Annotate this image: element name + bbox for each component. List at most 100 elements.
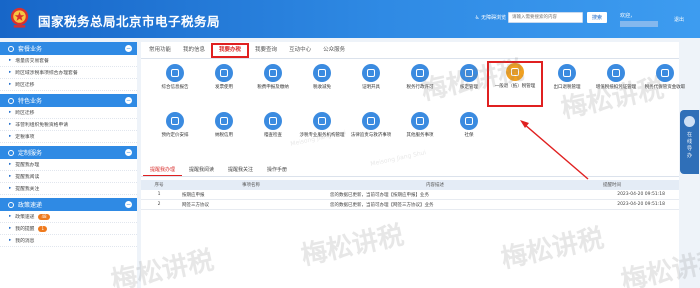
sidebar-section-header[interactable]: 定制服务 − bbox=[0, 146, 137, 159]
chevron-right-icon: ▸ bbox=[9, 82, 12, 87]
sidebar-section-header[interactable]: 政策速递 − bbox=[0, 198, 137, 211]
service-label: 社保 bbox=[464, 133, 474, 138]
sidebar-item-label: 跨区迁移 bbox=[15, 111, 35, 116]
column-header: 序号 bbox=[154, 183, 164, 188]
reminder-tab[interactable]: 提醒我关注 bbox=[221, 164, 260, 176]
sidebar-item[interactable]: ▸ 我的消息 bbox=[0, 235, 137, 247]
sidebar-item[interactable]: ▸ 增量房交易套餐 bbox=[0, 55, 137, 67]
law-icon bbox=[362, 112, 380, 130]
reminder-tab[interactable]: 提醒我阅读 bbox=[182, 164, 221, 176]
sidebar-item-label: 非营利组织免税资格申请 bbox=[15, 123, 69, 128]
pricing-icon bbox=[166, 112, 184, 130]
reminder-tab[interactable]: 操作手册 bbox=[260, 164, 294, 176]
sidebar-item[interactable]: ▸ 政策速递 48 bbox=[0, 211, 137, 223]
service-tile[interactable]: 增值税抵扣凭证管理 bbox=[588, 64, 644, 104]
tab-5[interactable]: 互动中心 bbox=[283, 42, 317, 58]
service-tile[interactable]: 纳税信用 bbox=[196, 112, 252, 152]
service-tile[interactable]: 税务代保管资金收取 bbox=[637, 64, 693, 104]
inspection-icon bbox=[264, 112, 282, 130]
collapse-icon[interactable]: − bbox=[125, 97, 132, 104]
sidebar-item-label: 跨区域涉税事项综合办理套餐 bbox=[15, 71, 78, 76]
chevron-right-icon: ▸ bbox=[9, 238, 12, 243]
column-header: 提醒时间 bbox=[603, 183, 621, 188]
collapse-icon[interactable]: − bbox=[125, 45, 132, 52]
service-tile[interactable]: 法律追责与救济事项 bbox=[343, 112, 399, 152]
search-button[interactable]: 搜索 bbox=[587, 12, 607, 23]
service-tile[interactable]: 证明开具 bbox=[343, 64, 399, 104]
sidebar-item[interactable]: ▸ 提醒我关注 bbox=[0, 183, 137, 195]
service-tile[interactable]: 税收减免 bbox=[294, 64, 350, 104]
online-guide-button[interactable]: 在线导办 bbox=[680, 110, 699, 174]
tab-1[interactable]: 常用功能 bbox=[143, 42, 177, 58]
table-row[interactable]: 2 网签三方协议 您的数据已更新，当前可办理【网签三方协议】业务 2023-04-20… bbox=[141, 200, 679, 210]
service-label: 出口退税管理 bbox=[553, 85, 581, 90]
section-title: 定制服务 bbox=[18, 150, 43, 157]
sidebar-item[interactable]: ▸ 跨区迁移 bbox=[0, 107, 137, 119]
main-tabs: 常用功能 我的信息 我要办税 我要查询 互动中心 公众服务 bbox=[141, 42, 679, 59]
collapse-icon[interactable]: − bbox=[125, 149, 132, 156]
sidebar-item[interactable]: ▸ 跨区迁移 bbox=[0, 79, 137, 91]
cell-no: 1 bbox=[157, 192, 161, 197]
service-tile[interactable]: 涉税专业服务机构管理 bbox=[294, 112, 350, 152]
cell-time: 2023-04-20 09:51:18 bbox=[617, 192, 665, 197]
service-label: 税收减免 bbox=[313, 85, 331, 90]
service-label: 综合信息报告 bbox=[161, 85, 189, 90]
chevron-right-icon: ▸ bbox=[9, 122, 12, 127]
service-tile[interactable]: 社保 bbox=[441, 112, 497, 152]
cell-name[interactable]: 按期应申报 bbox=[177, 192, 325, 198]
table-row[interactable]: 1 按期应申报 您的数据已更新，当前可办理【按期应申报】业务 2023-04-20 0… bbox=[141, 190, 679, 200]
sidebar-section-header[interactable]: 特色业务 − bbox=[0, 94, 137, 107]
service-label: 预约定价安排 bbox=[161, 133, 189, 138]
service-tile[interactable]: 预约定价安排 bbox=[147, 112, 203, 152]
sidebar-item[interactable]: ▸ 提醒我办理 bbox=[0, 159, 137, 171]
service-tile[interactable]: 税费申报及缴纳 bbox=[245, 64, 301, 104]
other-icon bbox=[411, 112, 429, 130]
column-header: 事项名称 bbox=[242, 183, 260, 188]
tab-2[interactable]: 我的信息 bbox=[177, 42, 211, 58]
service-tile[interactable]: 发票使用 bbox=[196, 64, 252, 104]
service-tile[interactable]: 稽查检查 bbox=[245, 112, 301, 152]
chevron-right-icon: ▸ bbox=[9, 174, 12, 179]
table-header-row: 序号 事项名称 内容描述 提醒时间 bbox=[141, 180, 679, 190]
service-tile[interactable]: 一般退（抵）税管理 bbox=[487, 61, 543, 107]
reminder-tab[interactable]: 提醒我办理 bbox=[143, 164, 183, 176]
site-title: 国家税务总局北京市电子税务局 bbox=[38, 14, 221, 29]
chevron-right-icon: ▸ bbox=[9, 186, 12, 191]
service-label: 税费申报及缴纳 bbox=[257, 85, 289, 90]
service-tile[interactable]: 综合信息报告 bbox=[147, 64, 203, 104]
service-tile[interactable]: 其他服务事项 bbox=[392, 112, 448, 152]
sidebar-item-label: 定税事项 bbox=[15, 135, 35, 140]
sidebar-item[interactable]: ▸ 提醒我阅读 bbox=[0, 171, 137, 183]
section-title: 套餐业务 bbox=[18, 46, 43, 53]
tab-6[interactable]: 公众服务 bbox=[317, 42, 351, 58]
sidebar-item[interactable]: ▸ 跨区域涉税事项综合办理套餐 bbox=[0, 67, 137, 79]
service-tile[interactable]: 出口退税管理 bbox=[539, 64, 595, 104]
cell-desc: 您的数据已更新，当前可办理【按期应申报】业务 bbox=[330, 192, 429, 198]
service-label: 发票使用 bbox=[215, 85, 233, 90]
tab-3[interactable]: 我要办税 bbox=[211, 43, 250, 58]
collapse-icon[interactable]: − bbox=[125, 201, 132, 208]
sidebar-item[interactable]: ▸ 定税事项 bbox=[0, 131, 137, 143]
voucher-icon bbox=[607, 64, 625, 82]
service-label: 一般退（抵）税管理 bbox=[494, 84, 536, 89]
refund-icon bbox=[506, 63, 524, 81]
cell-name[interactable]: 网签三方协议 bbox=[177, 202, 325, 208]
sidebar-item[interactable]: ▸ 非营利组织免税资格申请 bbox=[0, 119, 137, 131]
reminder-table: 序号 事项名称 内容描述 提醒时间 1 按期应申报 您的数据已更新，当前可办理【按期应申报】… bbox=[141, 180, 679, 210]
sidebar-item-label: 增量房交易套餐 bbox=[15, 59, 49, 64]
accessibility-link[interactable]: ♿ 无障碍浏览 bbox=[475, 14, 506, 21]
social-security-icon bbox=[460, 112, 478, 130]
sidebar-item-label: 跨区迁移 bbox=[15, 83, 35, 88]
search-input[interactable] bbox=[508, 12, 583, 23]
tab-4[interactable]: 我要查询 bbox=[249, 42, 283, 58]
count-badge: 1 bbox=[38, 225, 48, 232]
service-label: 纳税信用 bbox=[215, 133, 233, 138]
chevron-right-icon: ▸ bbox=[9, 162, 12, 167]
report-icon bbox=[166, 64, 184, 82]
site-header: 国家税务总局北京市电子税务局 ♿ 无障碍浏览 搜索 欢迎， 退出 bbox=[0, 0, 700, 38]
sidebar-item[interactable]: ▸ 我的提醒 1 bbox=[0, 223, 137, 235]
service-tile[interactable]: 税务行政许可 bbox=[392, 64, 448, 104]
cell-no: 2 bbox=[157, 202, 161, 207]
sidebar-section-header[interactable]: 套餐业务 − bbox=[0, 42, 137, 55]
logout-link[interactable]: 退出 bbox=[674, 16, 684, 23]
